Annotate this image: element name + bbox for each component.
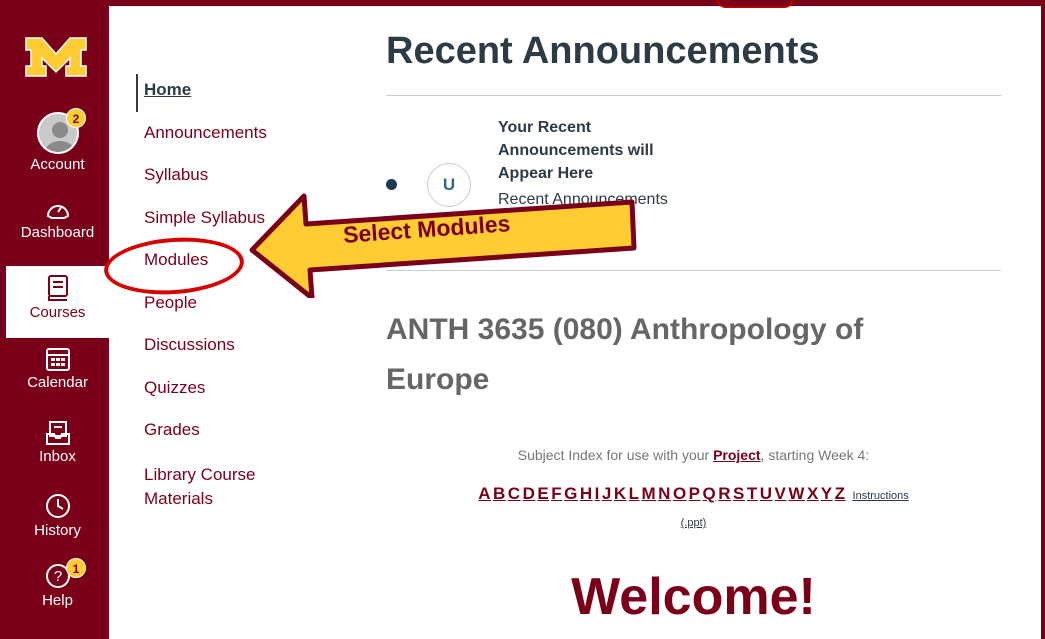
- course-nav-simple-syllabus[interactable]: Simple Syllabus: [144, 208, 265, 228]
- course-nav-syllabus[interactable]: Syllabus: [144, 165, 208, 185]
- nav-history[interactable]: History: [6, 492, 109, 539]
- alphabet-link-u[interactable]: U: [760, 484, 773, 503]
- alphabet-link-z[interactable]: Z: [835, 484, 846, 503]
- alphabet-link-c[interactable]: C: [508, 484, 521, 503]
- nav-inbox-label: Inbox: [39, 448, 76, 465]
- course-nav-grades[interactable]: Grades: [144, 420, 200, 440]
- svg-text:?: ?: [53, 568, 61, 585]
- alphabet-link-v[interactable]: V: [775, 484, 787, 503]
- course-nav-discussions[interactable]: Discussions: [144, 335, 235, 355]
- nav-help-label: Help: [42, 592, 73, 609]
- alphabet-link-b[interactable]: B: [493, 484, 506, 503]
- callout-arrow-icon: [249, 193, 637, 298]
- annotation-box-fragment: [716, 0, 794, 8]
- course-nav-library-materials[interactable]: Library Course Materials: [144, 463, 284, 511]
- divider: [386, 95, 1001, 96]
- subject-index-line: Subject Index for use with your Project,…: [386, 447, 1001, 463]
- nav-calendar[interactable]: Calendar: [6, 346, 109, 391]
- announcement-title[interactable]: Your Recent Announcements will Appear He…: [498, 116, 698, 185]
- university-logo-icon[interactable]: [24, 36, 88, 78]
- alphabet-link-j[interactable]: J: [602, 484, 612, 503]
- course-nav-home[interactable]: Home: [144, 80, 191, 100]
- nav-help[interactable]: ? 1 Help: [6, 558, 109, 609]
- dashboard-gauge-icon: [46, 205, 69, 219]
- calendar-icon: [45, 348, 70, 371]
- account-badge: 2: [66, 108, 86, 128]
- alphabet-link-k[interactable]: K: [614, 484, 627, 503]
- alphabet-link-p[interactable]: P: [689, 484, 701, 503]
- page-title: Recent Announcements: [386, 30, 820, 72]
- alphabet-link-g[interactable]: G: [564, 484, 578, 503]
- alphabet-link-l[interactable]: L: [629, 484, 640, 503]
- alphabet-link-q[interactable]: Q: [703, 484, 717, 503]
- alphabet-link-w[interactable]: W: [788, 484, 805, 503]
- subject-index-prefix: Subject Index for use with your: [517, 447, 714, 463]
- course-nav-people[interactable]: People: [144, 293, 197, 313]
- alphabet-link-m[interactable]: M: [641, 484, 656, 503]
- nav-inbox[interactable]: Inbox: [6, 420, 109, 465]
- welcome-heading: Welcome!: [571, 568, 816, 626]
- instructions-link[interactable]: Instructions: [853, 490, 909, 502]
- nav-dashboard[interactable]: Dashboard: [6, 198, 109, 241]
- alphabet-link-o[interactable]: O: [673, 484, 687, 503]
- nav-account[interactable]: 2 Account: [6, 108, 109, 173]
- courses-book-icon: [47, 275, 68, 301]
- alphabet-link-a[interactable]: A: [478, 484, 491, 503]
- alphabet-link-y[interactable]: Y: [821, 484, 833, 503]
- nav-courses[interactable]: Courses: [6, 266, 109, 338]
- course-nav-quizzes[interactable]: Quizzes: [144, 378, 205, 398]
- alphabet-link-h[interactable]: H: [580, 484, 593, 503]
- global-nav: 2 Account Dashboard Courses Calendar Inb…: [6, 6, 109, 639]
- history-clock-icon: [45, 494, 70, 518]
- alphabet-link-e[interactable]: E: [537, 484, 549, 503]
- ppt-note: (.ppt): [386, 517, 1001, 529]
- nav-history-label: History: [34, 522, 81, 539]
- nav-dashboard-label: Dashboard: [20, 224, 95, 241]
- project-link[interactable]: Project: [713, 447, 760, 463]
- alphabet-link-r[interactable]: R: [718, 484, 731, 503]
- alphabet-link-d[interactable]: D: [523, 484, 536, 503]
- alphabet-index: A B C D E F G H I J K L M N O P Q R S T U V W X Y Z Instructions: [386, 484, 1001, 504]
- inbox-icon: [45, 421, 70, 445]
- alphabet-link-n[interactable]: N: [658, 484, 671, 503]
- nav-calendar-label: Calendar: [27, 374, 88, 391]
- alphabet-link-x[interactable]: X: [807, 484, 819, 503]
- course-nav-announcements[interactable]: Announcements: [144, 123, 267, 143]
- ppt-link[interactable]: (.ppt): [681, 517, 707, 529]
- nav-courses-label: Courses: [29, 304, 86, 321]
- course-title: ANTH 3635 (080) Anthropology of Europe: [386, 313, 864, 396]
- help-badge: 1: [66, 558, 86, 578]
- home-active-indicator: [136, 74, 138, 112]
- alphabet-link-s[interactable]: S: [733, 484, 745, 503]
- alphabet-link-t[interactable]: T: [747, 484, 758, 503]
- alphabet-link-f[interactable]: F: [551, 484, 562, 503]
- subject-index-suffix: , starting Week 4:: [760, 447, 870, 463]
- alphabet-link-i[interactable]: I: [595, 484, 600, 503]
- nav-account-label: Account: [30, 156, 85, 173]
